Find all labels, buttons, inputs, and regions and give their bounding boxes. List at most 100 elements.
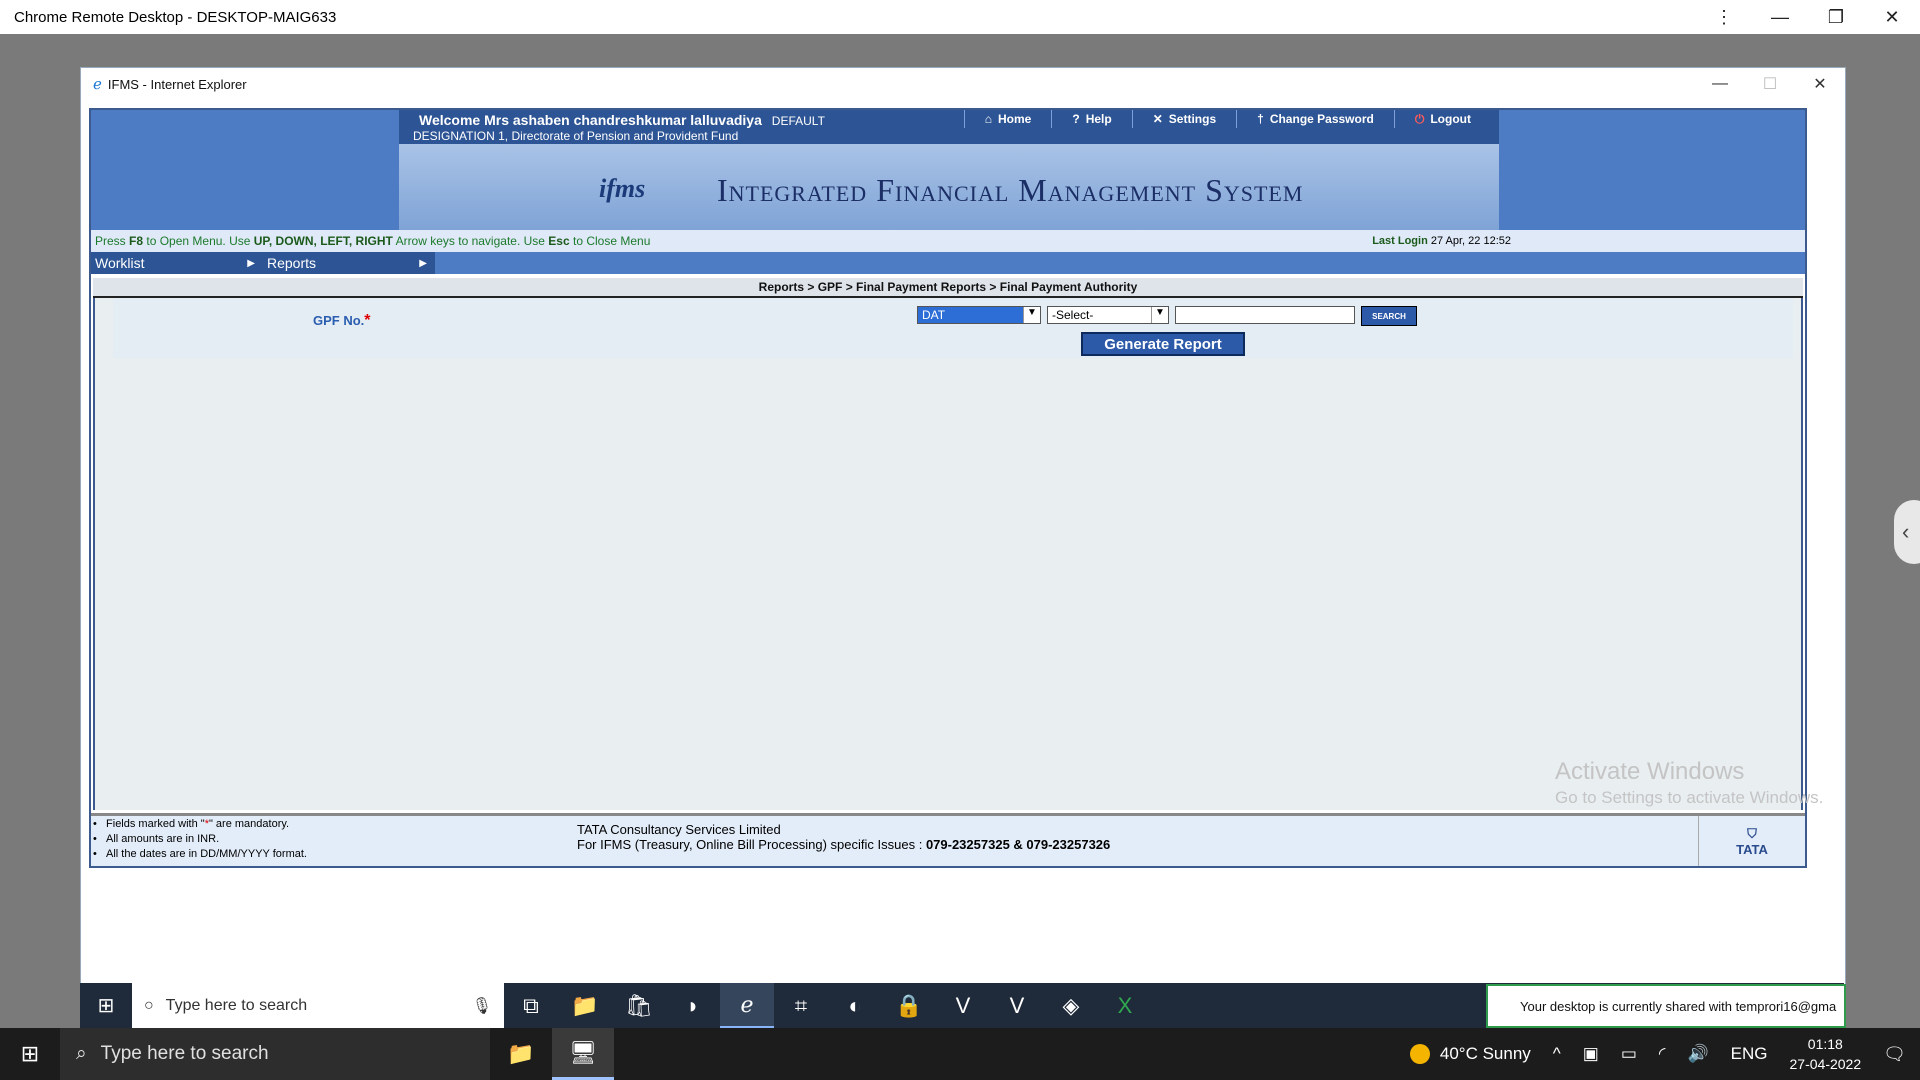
welcome-user: Welcome Mrs ashaben chandreshkumar lallu… bbox=[419, 112, 762, 128]
file-explorer-icon[interactable]: 📁 bbox=[558, 983, 612, 1028]
minimize-button[interactable]: — bbox=[1752, 0, 1808, 34]
ie-minimize-button[interactable]: — bbox=[1695, 75, 1745, 93]
footer-notes: • Fields marked with "*" are mandatory. … bbox=[93, 818, 307, 863]
support-contact: For IFMS (Treasury, Online Bill Processi… bbox=[577, 837, 1111, 852]
remote-search-placeholder: Type here to search bbox=[165, 996, 308, 1014]
nav-help[interactable]: ? Help bbox=[1051, 110, 1131, 128]
ie-close-button[interactable]: ✕ bbox=[1795, 74, 1845, 94]
nav-change-password[interactable]: † Change Password bbox=[1236, 110, 1394, 128]
local-taskbar: ⊞ ⌕ Type here to search 📁 🖥 40°C Sunny ^… bbox=[0, 1028, 1920, 1080]
keyboard-hint-bar: Press F8 to Open Menu. Use UP, DOWN, LEF… bbox=[91, 230, 1805, 252]
notification-icon[interactable]: 🗨 bbox=[1883, 1044, 1906, 1065]
activation-subtitle: Go to Settings to activate Windows. bbox=[1555, 788, 1824, 807]
logo-area: ifms Integrated Financial Management Sys… bbox=[399, 144, 1499, 230]
task-view-icon[interactable]: ⧉ bbox=[504, 983, 558, 1028]
v-app-icon[interactable]: V bbox=[936, 983, 990, 1028]
menu-reports[interactable]: Reports ▶ bbox=[263, 252, 435, 274]
weather-widget[interactable]: 40°C Sunny bbox=[1409, 1043, 1531, 1065]
footer: • Fields marked with "*" are mandatory. … bbox=[91, 813, 1805, 866]
restore-button[interactable]: ❐ bbox=[1808, 0, 1864, 34]
meet-icon[interactable]: ▣ bbox=[1583, 1044, 1599, 1064]
chevron-up-icon[interactable]: ^ bbox=[1553, 1044, 1561, 1064]
system-name: Integrated Financial Management System bbox=[717, 172, 1304, 208]
app-icon[interactable]: ◗ bbox=[666, 983, 720, 1028]
microphone-icon[interactable]: 🎙 bbox=[472, 996, 492, 1016]
search-icon: ⌕ bbox=[76, 1043, 87, 1064]
ifms-logo: ifms bbox=[599, 174, 646, 203]
breadcrumb: Reports > GPF > Final Payment Reports > … bbox=[93, 278, 1803, 298]
ie-window: ℯ IFMS - Internet Explorer — ☐ ✕ Welcome… bbox=[80, 67, 1846, 1020]
home-icon: ⌂ bbox=[984, 112, 993, 126]
language-indicator[interactable]: ENG bbox=[1731, 1044, 1768, 1064]
ie-maximize-button: ☐ bbox=[1762, 76, 1778, 93]
menu-label: Worklist bbox=[95, 255, 145, 271]
note-mandatory: • Fields marked with "*" are mandatory. bbox=[93, 818, 290, 830]
series-select[interactable]: DAT ▼ bbox=[917, 306, 1041, 324]
keyboard-hint: Press F8 to Open Menu. Use UP, DOWN, LEF… bbox=[95, 234, 651, 248]
header-inner: Welcome Mrs ashaben chandreshkumar lallu… bbox=[399, 110, 1499, 230]
battery-icon[interactable]: ▭ bbox=[1621, 1044, 1637, 1064]
store-icon[interactable]: 🛍 bbox=[612, 983, 666, 1028]
security-app-icon[interactable]: 🔒 bbox=[882, 983, 936, 1028]
weather-text: 40°C Sunny bbox=[1439, 1043, 1531, 1063]
chevron-down-icon: ▼ bbox=[1023, 307, 1040, 323]
close-button[interactable]: ✕ bbox=[1864, 0, 1920, 34]
nav-label: Change Password bbox=[1269, 112, 1374, 126]
edge-icon[interactable]: ◐ bbox=[828, 983, 882, 1028]
settings-icon: ✕ bbox=[1152, 112, 1163, 126]
nav-home[interactable]: ⌂ Home bbox=[963, 110, 1052, 128]
ie-window-title: IFMS - Internet Explorer bbox=[107, 76, 247, 92]
menu-worklist[interactable]: Worklist ▶ bbox=[91, 252, 263, 274]
nav-label: Home bbox=[998, 112, 1032, 126]
tata-logo: ⛉ TATA bbox=[1698, 816, 1805, 866]
help-icon: ? bbox=[1072, 112, 1080, 126]
key-icon: † bbox=[1257, 112, 1264, 126]
activate-windows-watermark: Activate Windows Go to Settings to activ… bbox=[1555, 758, 1823, 808]
arrow-right-icon: ▶ bbox=[247, 257, 255, 269]
notes-app-icon[interactable]: ◈ bbox=[1044, 983, 1098, 1028]
internet-explorer-icon[interactable]: ℯ bbox=[720, 983, 774, 1028]
clock[interactable]: 01:18 27-04-2022 bbox=[1790, 1034, 1862, 1074]
remote-search-box[interactable]: ○ Type here to search 🎙 bbox=[132, 983, 504, 1028]
search-button[interactable]: SEARCH bbox=[1361, 306, 1417, 326]
menu-label: Reports bbox=[267, 255, 317, 271]
wifi-icon[interactable]: ◜ bbox=[1659, 1044, 1666, 1064]
nav-label: Help bbox=[1085, 112, 1112, 126]
top-nav: ⌂ Home ? Help ✕ Settings † Change Password ⏻… bbox=[963, 110, 1491, 128]
v-app-2-icon[interactable]: V bbox=[990, 983, 1044, 1028]
nav-settings[interactable]: ✕ Settings bbox=[1131, 110, 1236, 128]
more-options-icon[interactable]: ⋮ bbox=[1696, 0, 1752, 34]
search-icon: ○ bbox=[144, 996, 154, 1014]
form-area: GPF No.* DAT ▼ -Select- ▼ SEARCH Generate … bbox=[93, 298, 1803, 810]
desktop-shared-notice: Your desktop is currently shared with te… bbox=[1486, 984, 1846, 1028]
local-search-box[interactable]: ⌕ Type here to search bbox=[60, 1028, 490, 1080]
arrow-right-icon: ▶ bbox=[419, 257, 427, 269]
designation-text: DESIGNATION 1, Directorate of Pension an… bbox=[413, 129, 739, 143]
remote-desktop-title: Chrome Remote Desktop - DESKTOP-MAIG633 bbox=[14, 8, 337, 26]
chevron-left-icon[interactable]: ‹ bbox=[1894, 500, 1920, 564]
file-explorer-icon[interactable]: 📁 bbox=[490, 1028, 552, 1080]
clock-date: 27-04-2022 bbox=[1789, 1056, 1862, 1072]
nav-logout[interactable]: ⏻ Logout bbox=[1393, 110, 1491, 128]
remote-desktop-app-icon[interactable]: 🖥 bbox=[552, 1028, 614, 1080]
nav-label: Logout bbox=[1430, 112, 1471, 126]
department-select[interactable]: -Select- ▼ bbox=[1047, 306, 1169, 324]
generate-report-button[interactable]: Generate Report bbox=[1081, 332, 1245, 356]
sun-icon bbox=[1409, 1044, 1430, 1065]
note-currency: • All amounts are in INR. bbox=[93, 833, 220, 845]
tata-emblem-icon: ⛉ bbox=[1747, 825, 1757, 841]
remote-start-icon[interactable]: ⊞ bbox=[80, 983, 132, 1028]
welcome-bar: Welcome Mrs ashaben chandreshkumar lallu… bbox=[399, 110, 1499, 144]
remote-desktop-viewport: ℯ IFMS - Internet Explorer — ☐ ✕ Welcome… bbox=[0, 34, 1920, 1028]
excel-icon[interactable]: X bbox=[1098, 983, 1152, 1028]
local-search-placeholder: Type here to search bbox=[100, 1043, 269, 1064]
company-name: TATA Consultancy Services Limited bbox=[577, 822, 781, 837]
volume-icon[interactable]: 🔊 bbox=[1688, 1044, 1709, 1064]
support-info: TATA Consultancy Services Limited For IF… bbox=[577, 822, 1110, 852]
ie-logo-icon: ℯ bbox=[93, 76, 102, 93]
gpf-number-input[interactable] bbox=[1175, 306, 1355, 324]
chevron-down-icon: ▼ bbox=[1151, 307, 1168, 323]
required-mark: * bbox=[364, 312, 371, 329]
start-icon[interactable]: ⊞ bbox=[0, 1028, 60, 1080]
network-app-icon[interactable]: ⌗ bbox=[774, 983, 828, 1028]
